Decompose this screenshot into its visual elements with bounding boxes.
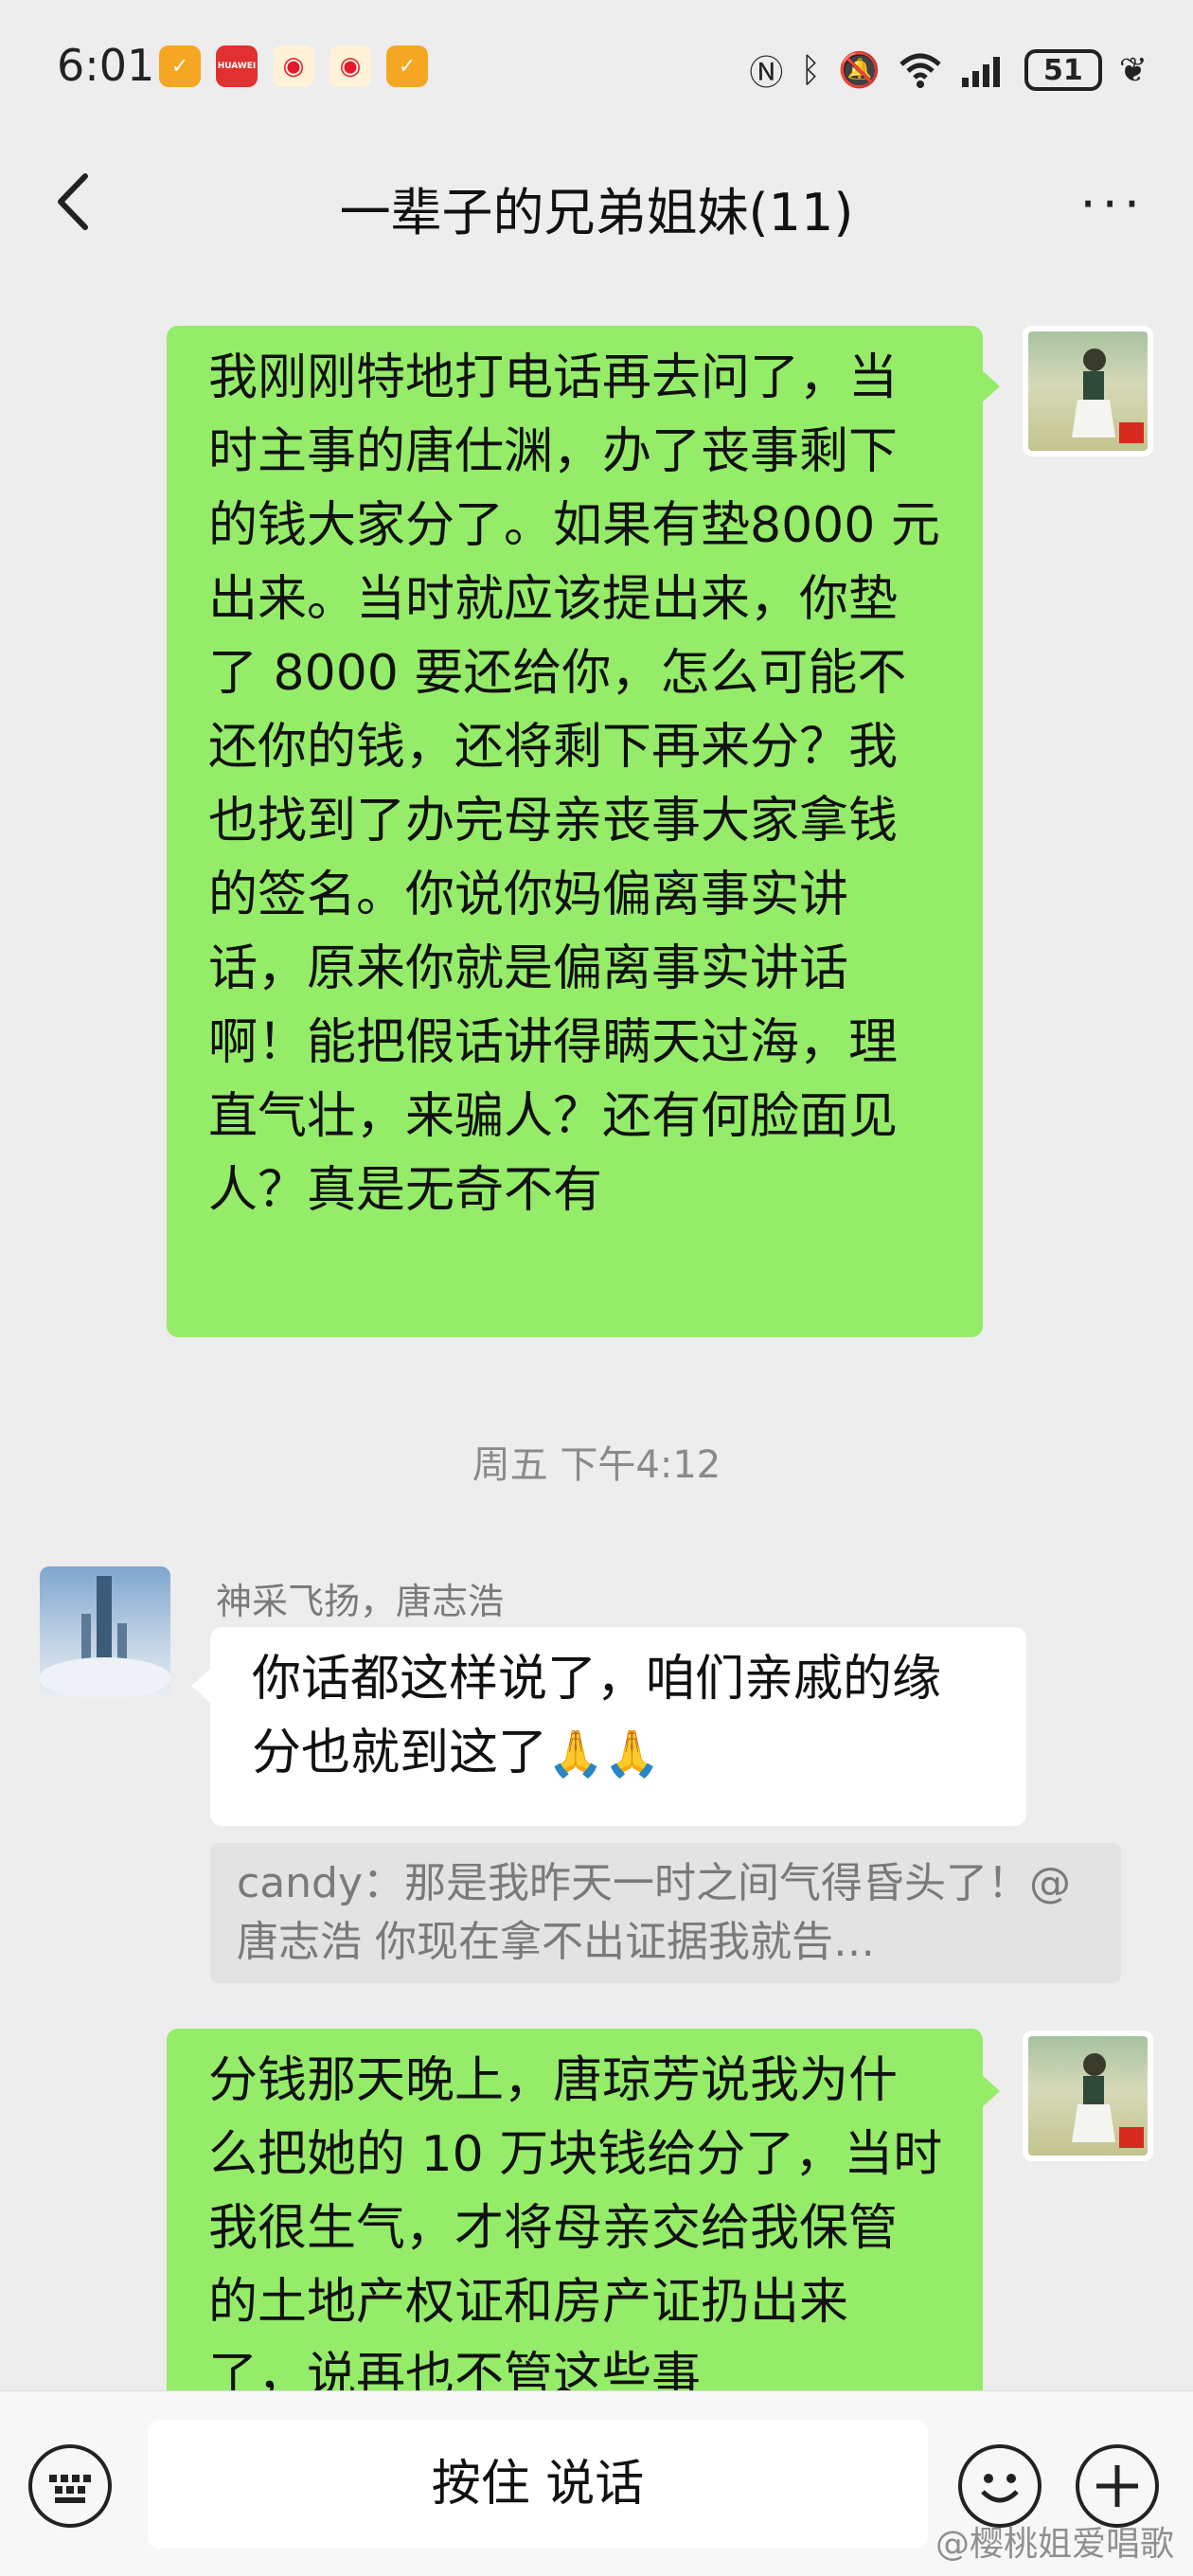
self-avatar[interactable]	[1023, 326, 1153, 456]
signal-icon	[961, 57, 1000, 87]
battery-level: 51	[1042, 53, 1083, 87]
nfc-icon: Ⓝ	[749, 54, 784, 93]
bubble-tail	[981, 369, 1000, 403]
emoji-button[interactable]	[958, 2444, 1042, 2528]
avatar-figure-icon	[1072, 349, 1144, 443]
message-text: 分钱那天晚上，唐琼芳说我为什么把她的 10 万块钱给分了，当时我很生气，才将母亲…	[208, 2052, 943, 2405]
mute-bell-icon: 🔕	[838, 51, 881, 90]
weibo-icon: ◉	[329, 45, 371, 87]
notification-app-icon: ✓	[159, 45, 201, 87]
contact-avatar[interactable]	[40, 1566, 170, 1697]
keyboard-icon	[49, 2475, 91, 2503]
bubble-tail	[191, 1669, 210, 1703]
chat-title: 一辈子的兄弟姐妹(11)	[339, 183, 854, 242]
weibo-icon: ◉	[273, 45, 314, 87]
avatar-figure-icon	[1072, 2053, 1144, 2148]
message-bubble-other[interactable]: 你话都这样说了，咱们亲戚的缘分也就到这了🙏🙏	[210, 1627, 1026, 1826]
quoted-reply[interactable]: candy：那是我昨天一时之间气得昏头了！@唐志浩 你现在拿不出证据我就告…	[210, 1843, 1121, 1983]
self-avatar[interactable]	[1023, 2030, 1153, 2161]
status-bar: 6:01 ✓ HUAWEI ◉ ◉ ✓ Ⓝ ᛒ 🔕 51 ❦	[0, 0, 1193, 142]
bluetooth-icon: ᛒ	[800, 50, 821, 90]
wifi-icon	[899, 53, 941, 88]
notification-app-icon: ✓	[386, 45, 428, 87]
keyboard-toggle-button[interactable]	[28, 2444, 112, 2528]
system-icons: Ⓝ ᛒ 🔕 51 ❦	[749, 45, 1148, 95]
hold-to-talk-button[interactable]: 按住 说话	[148, 2420, 928, 2549]
leaf-icon: ❦	[1118, 50, 1148, 90]
battery-icon: 51	[1024, 49, 1102, 91]
notification-icons: ✓ HUAWEI ◉ ◉ ✓	[159, 45, 428, 87]
message-timestamp: 周五 下午4:12	[472, 1443, 721, 1487]
folded-hands-emoji: 🙏🙏	[547, 1727, 661, 1780]
avatar-tower-icon	[40, 1576, 170, 1697]
input-bar: 按住 说话 @樱桃姐爱唱歌	[0, 2390, 1193, 2576]
message-bubble-self[interactable]: 我刚刚特地打电话再去问了，当时主事的唐仕渊，办了丧事剩下的钱大家分了。如果有垫8…	[167, 326, 983, 1337]
huawei-label: HUAWEI	[217, 62, 257, 71]
more-options-icon[interactable]: ···	[1080, 174, 1147, 234]
message-bubble-self[interactable]: 分钱那天晚上，唐琼芳说我为什么把她的 10 万块钱给分了，当时我很生气，才将母亲…	[167, 2029, 983, 2426]
sender-name: 神采飞扬，唐志浩	[216, 1581, 505, 1622]
smiley-icon	[981, 2474, 1019, 2503]
chat-header: 一辈子的兄弟姐妹(11) ···	[0, 142, 1193, 265]
watermark: @樱桃姐爱唱歌	[935, 2525, 1174, 2564]
bubble-tail	[981, 2074, 1000, 2108]
status-time: 6:01	[57, 40, 155, 91]
plus-icon	[1096, 2465, 1138, 2507]
quoted-text: candy：那是我昨天一时之间气得昏头了！@唐志浩 你现在拿不出证据我就告…	[237, 1859, 1072, 1966]
add-more-button[interactable]	[1076, 2444, 1159, 2528]
message-text: 我刚刚特地打电话再去问了，当时主事的唐仕渊，办了丧事剩下的钱大家分了。如果有垫8…	[208, 349, 940, 1219]
huawei-icon: HUAWEI	[216, 45, 258, 87]
